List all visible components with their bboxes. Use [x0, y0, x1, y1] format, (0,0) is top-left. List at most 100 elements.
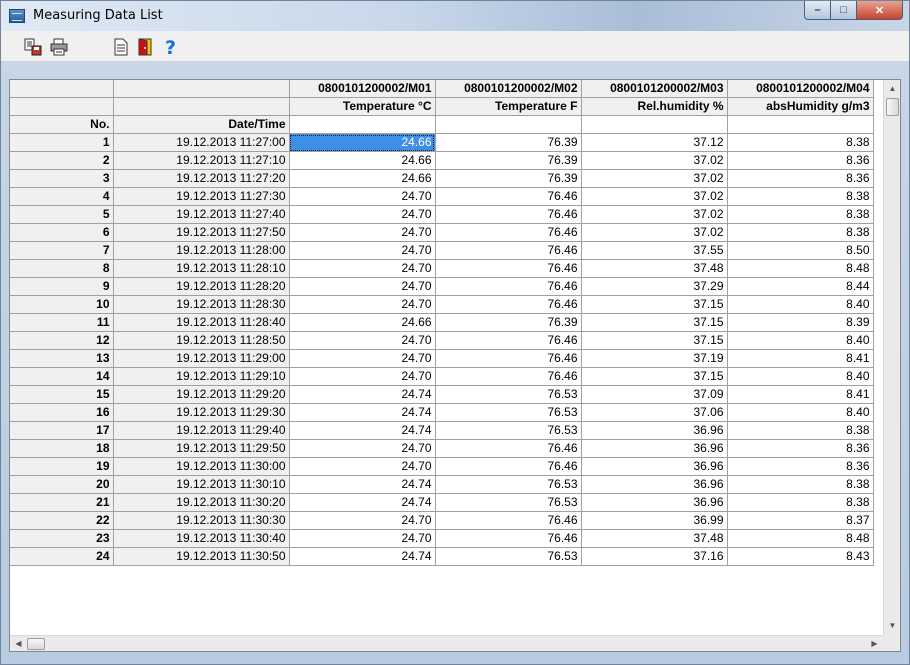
cell-m01[interactable]: 24.70	[289, 349, 436, 368]
cell-m01[interactable]: 24.66	[289, 313, 436, 332]
horizontal-scroll-thumb[interactable]	[27, 638, 45, 650]
cell-m01[interactable]: 24.66	[289, 151, 436, 170]
cell-datetime[interactable]: 19.12.2013 11:30:40	[113, 529, 290, 548]
cell-datetime[interactable]: 19.12.2013 11:30:50	[113, 547, 290, 566]
cell-m03[interactable]: 37.19	[581, 349, 728, 368]
cell-no[interactable]: 11	[10, 313, 114, 332]
cell-no[interactable]: 3	[10, 169, 114, 188]
cell-no[interactable]: 17	[10, 421, 114, 440]
cell-no[interactable]: 7	[10, 241, 114, 260]
cell-datetime[interactable]: 19.12.2013 11:30:20	[113, 493, 290, 512]
minimize-button[interactable]: –	[804, 1, 831, 20]
cell-m01[interactable]: 24.70	[289, 529, 436, 548]
size-grip[interactable]	[883, 635, 900, 651]
table-row[interactable]: 14 19.12.2013 11:29:10 24.70 76.46 37.15 8.40	[10, 367, 874, 386]
cell-m01[interactable]: 24.70	[289, 331, 436, 350]
table-row[interactable]: 12 19.12.2013 11:28:50 24.70 76.46 37.15 8.40	[10, 331, 874, 350]
cell-m04[interactable]: 8.40	[727, 367, 874, 386]
cell-datetime[interactable]: 19.12.2013 11:30:00	[113, 457, 290, 476]
cell-no[interactable]: 20	[10, 475, 114, 494]
cell-m04[interactable]: 8.40	[727, 403, 874, 422]
cell-m03[interactable]: 37.29	[581, 277, 728, 296]
cell-m02[interactable]: 76.39	[435, 151, 582, 170]
table-row[interactable]: 9 19.12.2013 11:28:20 24.70 76.46 37.29 8.44	[10, 277, 874, 296]
cell-m03[interactable]: 36.99	[581, 511, 728, 530]
table-row[interactable]: 13 19.12.2013 11:29:00 24.70 76.46 37.19 8.41	[10, 349, 874, 368]
cell-datetime[interactable]: 19.12.2013 11:29:00	[113, 349, 290, 368]
cell-m04[interactable]: 8.38	[727, 421, 874, 440]
table-row[interactable]: 19 19.12.2013 11:30:00 24.70 76.46 36.96 8.36	[10, 457, 874, 476]
table-row[interactable]: 20 19.12.2013 11:30:10 24.74 76.53 36.96 8.38	[10, 475, 874, 494]
cell-m01[interactable]: 24.66	[289, 169, 436, 188]
cell-m04[interactable]: 8.48	[727, 529, 874, 548]
cell-datetime[interactable]: 19.12.2013 11:28:40	[113, 313, 290, 332]
cell-m02[interactable]: 76.46	[435, 223, 582, 242]
cell-m03[interactable]: 37.15	[581, 313, 728, 332]
cell-no[interactable]: 18	[10, 439, 114, 458]
cell-no[interactable]: 9	[10, 277, 114, 296]
cell-m03[interactable]: 37.06	[581, 403, 728, 422]
cell-m03[interactable]: 37.02	[581, 187, 728, 206]
cell-m02[interactable]: 76.53	[435, 421, 582, 440]
cell-m02[interactable]: 76.46	[435, 349, 582, 368]
cell-m04[interactable]: 8.38	[727, 205, 874, 224]
cell-m03[interactable]: 36.96	[581, 439, 728, 458]
cell-m03[interactable]: 36.96	[581, 421, 728, 440]
cell-m01[interactable]: 24.66	[289, 133, 436, 152]
table-row[interactable]: 10 19.12.2013 11:28:30 24.70 76.46 37.15 8.40	[10, 295, 874, 314]
cell-m03[interactable]: 37.12	[581, 133, 728, 152]
scroll-up-icon[interactable]: ▲	[884, 84, 900, 93]
cell-m03[interactable]: 37.09	[581, 385, 728, 404]
cell-m02[interactable]: 76.46	[435, 457, 582, 476]
table-row[interactable]: 8 19.12.2013 11:28:10 24.70 76.46 37.48 8.48	[10, 259, 874, 278]
cell-m01[interactable]: 24.70	[289, 187, 436, 206]
cell-no[interactable]: 22	[10, 511, 114, 530]
cell-m02[interactable]: 76.39	[435, 133, 582, 152]
cell-m01[interactable]: 24.70	[289, 295, 436, 314]
cell-no[interactable]: 15	[10, 385, 114, 404]
cell-m02[interactable]: 76.46	[435, 331, 582, 350]
cell-m03[interactable]: 37.02	[581, 169, 728, 188]
cell-no[interactable]: 14	[10, 367, 114, 386]
cell-m04[interactable]: 8.37	[727, 511, 874, 530]
cell-m02[interactable]: 76.39	[435, 313, 582, 332]
cell-no[interactable]: 19	[10, 457, 114, 476]
cell-m04[interactable]: 8.41	[727, 349, 874, 368]
cell-m01[interactable]: 24.70	[289, 457, 436, 476]
cell-no[interactable]: 16	[10, 403, 114, 422]
table-row[interactable]: 15 19.12.2013 11:29:20 24.74 76.53 37.09 8.41	[10, 385, 874, 404]
cell-no[interactable]: 12	[10, 331, 114, 350]
cell-m02[interactable]: 76.46	[435, 277, 582, 296]
table-row[interactable]: 1 19.12.2013 11:27:00 24.66 76.39 37.12 8.38	[10, 133, 874, 152]
cell-datetime[interactable]: 19.12.2013 11:27:10	[113, 151, 290, 170]
table-row[interactable]: 22 19.12.2013 11:30:30 24.70 76.46 36.99 8.37	[10, 511, 874, 530]
cell-m01[interactable]: 24.70	[289, 511, 436, 530]
cell-m02[interactable]: 76.53	[435, 475, 582, 494]
cell-datetime[interactable]: 19.12.2013 11:29:50	[113, 439, 290, 458]
table-row[interactable]: 18 19.12.2013 11:29:50 24.70 76.46 36.96 8.36	[10, 439, 874, 458]
cell-datetime[interactable]: 19.12.2013 11:29:40	[113, 421, 290, 440]
cell-datetime[interactable]: 19.12.2013 11:28:00	[113, 241, 290, 260]
table-row[interactable]: 16 19.12.2013 11:29:30 24.74 76.53 37.06 8.40	[10, 403, 874, 422]
cell-no[interactable]: 13	[10, 349, 114, 368]
table-row[interactable]: 11 19.12.2013 11:28:40 24.66 76.39 37.15 8.39	[10, 313, 874, 332]
cell-m02[interactable]: 76.46	[435, 187, 582, 206]
cell-m02[interactable]: 76.53	[435, 547, 582, 566]
cell-m02[interactable]: 76.46	[435, 241, 582, 260]
cell-no[interactable]: 2	[10, 151, 114, 170]
app-icon[interactable]	[9, 9, 25, 23]
scroll-left-icon[interactable]: ◀	[10, 639, 27, 648]
table-row[interactable]: 5 19.12.2013 11:27:40 24.70 76.46 37.02 8.38	[10, 205, 874, 224]
cell-no[interactable]: 4	[10, 187, 114, 206]
cell-m03[interactable]: 37.16	[581, 547, 728, 566]
cell-no[interactable]: 1	[10, 133, 114, 152]
cell-m01[interactable]: 24.70	[289, 277, 436, 296]
cell-m03[interactable]: 37.02	[581, 223, 728, 242]
table-row[interactable]: 4 19.12.2013 11:27:30 24.70 76.46 37.02 8.38	[10, 187, 874, 206]
cell-datetime[interactable]: 19.12.2013 11:27:20	[113, 169, 290, 188]
table-row[interactable]: 23 19.12.2013 11:30:40 24.70 76.46 37.48 8.48	[10, 529, 874, 548]
cell-m04[interactable]: 8.40	[727, 295, 874, 314]
table-row[interactable]: 6 19.12.2013 11:27:50 24.70 76.46 37.02 8.38	[10, 223, 874, 242]
cell-m03[interactable]: 36.96	[581, 493, 728, 512]
cell-m04[interactable]: 8.39	[727, 313, 874, 332]
